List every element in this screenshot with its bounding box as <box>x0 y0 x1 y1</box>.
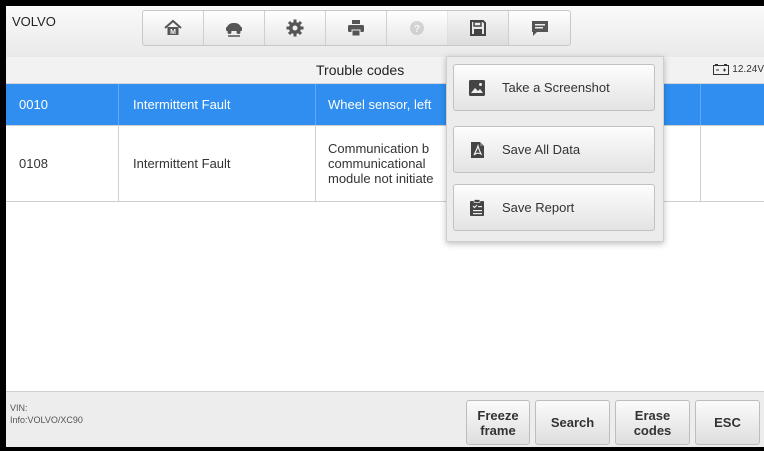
description-line: Communication b <box>328 141 430 156</box>
home-button[interactable]: M <box>143 11 204 45</box>
pdf-document-icon <box>471 141 484 158</box>
button-label: Erase <box>634 407 671 423</box>
message-button[interactable] <box>509 11 570 45</box>
print-button[interactable] <box>326 11 387 45</box>
svg-text:M: M <box>170 29 176 36</box>
vehicle-info: VIN: Info:VOLVO/XC90 <box>10 402 83 426</box>
take-screenshot-button[interactable]: Take a Screenshot <box>453 64 655 111</box>
freeze-frame-button[interactable]: Freeze frame <box>466 400 530 445</box>
dtc-status: Intermittent Fault <box>119 126 316 201</box>
save-all-data-button[interactable]: Save All Data <box>453 126 655 173</box>
save-report-button[interactable]: Save Report <box>453 184 655 231</box>
page-title: Trouble codes <box>316 62 405 78</box>
print-icon <box>348 20 364 37</box>
button-label: Freeze <box>477 407 519 423</box>
description-line: module not initiate <box>328 171 434 186</box>
bottom-bar: VIN: Info:VOLVO/XC90 Freeze frame Search… <box>6 391 764 447</box>
menu-item-label: Take a Screenshot <box>502 80 610 95</box>
erase-codes-button[interactable]: Erase codes <box>615 400 690 445</box>
battery-voltage: 12.24V <box>732 64 764 75</box>
top-toolbar: VOLVO M ? <box>6 6 764 58</box>
description-line: communicational <box>328 156 426 171</box>
button-label: frame <box>480 422 516 438</box>
svg-text:?: ? <box>414 24 420 35</box>
save-menu: Take a Screenshot Save All Data Save Rep… <box>446 56 664 242</box>
save-button[interactable] <box>448 11 509 45</box>
esc-button[interactable]: ESC <box>695 400 760 445</box>
message-icon <box>531 21 548 36</box>
button-label: codes <box>633 422 672 438</box>
dtc-code: 0010 <box>6 84 119 125</box>
vin-label: VIN: <box>10 403 28 413</box>
battery-icon <box>713 64 730 75</box>
menu-item-label: Save Report <box>502 200 575 215</box>
toolbar-buttons: M ? <box>142 10 571 46</box>
help-button[interactable]: ? <box>387 11 448 45</box>
home-icon: M <box>164 19 182 36</box>
clipboard-report-icon <box>470 198 484 216</box>
vehicle-info-text: Info:VOLVO/XC90 <box>10 415 83 425</box>
dtc-code: 0108 <box>6 126 119 201</box>
vehicle-swap-button[interactable] <box>204 11 265 45</box>
vehicle-swap-icon <box>226 23 242 37</box>
vehicle-brand: VOLVO <box>12 14 56 29</box>
save-icon <box>470 20 486 36</box>
screen: VOLVO M ? Trouble codes 12.24V 0010 Inte… <box>6 6 764 447</box>
dtc-status: Intermittent Fault <box>119 84 316 125</box>
settings-icon <box>286 19 304 37</box>
battery-status: 12.24V <box>713 64 764 75</box>
image-icon <box>469 79 485 96</box>
dtc-extra <box>701 84 764 125</box>
search-button[interactable]: Search <box>535 400 610 445</box>
settings-button[interactable] <box>265 11 326 45</box>
help-icon: ? <box>410 21 424 35</box>
menu-item-label: Save All Data <box>502 142 581 157</box>
dtc-extra <box>701 126 764 201</box>
